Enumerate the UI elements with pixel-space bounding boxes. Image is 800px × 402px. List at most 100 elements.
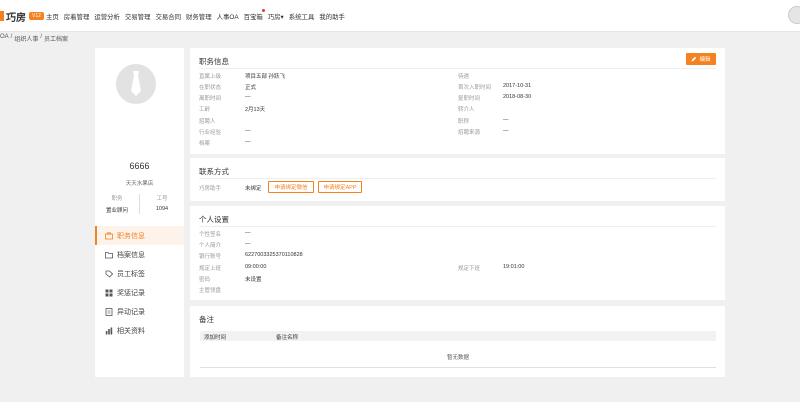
divider: [199, 68, 716, 69]
breadcrumb: OA / 组织人事 / 员工档案: [0, 34, 68, 43]
nav-qiaofang-dropdown[interactable]: 巧房▾: [268, 12, 284, 21]
breadcrumb-current: 员工档案: [44, 37, 69, 43]
field-label: 密码: [199, 277, 211, 283]
col-remark-name: 备注名称: [276, 335, 299, 341]
binding-status: 未绑定: [245, 186, 262, 192]
nav-hr-oa[interactable]: 人事OA: [217, 12, 239, 21]
field-label: 招聘来源: [458, 130, 481, 136]
menu-label: 档案信息: [117, 251, 145, 259]
contact-panel: 联系方式 巧房助手 未绑定: [190, 158, 725, 201]
notification-dot-icon: [261, 9, 265, 12]
job-info-title: 职务信息: [199, 57, 229, 66]
field-label: 个人简介: [199, 243, 222, 249]
field-label: 招聘人: [199, 119, 216, 125]
col-added-time: 添加时间: [204, 335, 227, 341]
field-supervisor: 项目五部 孙跃飞: [245, 74, 286, 80]
app-logo[interactable]: 巧房 V12: [0, 9, 44, 24]
field-employment-status: 正式: [245, 85, 257, 91]
folder-icon: [105, 251, 113, 259]
field-label: 银行账号: [199, 254, 222, 260]
field-label: 行业经验: [199, 130, 222, 136]
tag-icon: [105, 270, 113, 278]
nav-contract[interactable]: 交易合同: [155, 12, 181, 21]
menu-related-docs[interactable]: 相关资料: [95, 321, 184, 340]
field-recruit-source: —: [503, 128, 509, 134]
field-bank-account: 6227003325370110828: [245, 252, 303, 258]
nav-system-tools[interactable]: 系统工具: [289, 12, 315, 21]
profile-card: 6666 天天水果店 职务 置业顾问 工号 1094 职务信息 档案信息 员工标…: [95, 48, 184, 377]
field-label: 规定上班: [199, 266, 222, 272]
field-seniority: 2月13天: [245, 107, 266, 113]
field-label: 复职时间: [458, 96, 481, 102]
pencil-icon: [691, 56, 697, 62]
remarks-title: 备注: [199, 315, 214, 324]
field-label: 工龄: [199, 107, 211, 113]
breadcrumb-org[interactable]: 组织人事: [14, 34, 38, 43]
field-industry-experience: —: [245, 128, 251, 134]
menu-change-records[interactable]: 异动记录: [95, 302, 184, 321]
position-block: 职务 置业顾问: [95, 194, 139, 214]
employee-store: 天天水果店: [125, 181, 154, 187]
contact-title: 联系方式: [199, 167, 229, 176]
menu-employee-tags[interactable]: 员工标签: [95, 264, 184, 283]
edit-button[interactable]: 编辑: [686, 53, 716, 65]
divider: [199, 178, 716, 179]
employee-id-block: 工号 1094: [139, 194, 184, 214]
field-job-title: —: [503, 117, 509, 123]
field-label: 转介人: [458, 107, 475, 113]
personal-settings-panel: 个人设置 个性签名 — 个人简介 — 银行账号 6227003325370110…: [190, 206, 725, 300]
menu-label: 职务信息: [117, 232, 145, 240]
breadcrumb-sep: /: [10, 34, 13, 40]
field-work-end: 19:01:00: [503, 264, 525, 270]
personal-settings-title: 个人设置: [199, 215, 229, 224]
field-rehire-date: 2018-08-30: [503, 94, 532, 100]
nav-toolbox[interactable]: 百宝箱: [244, 9, 265, 21]
nav-finance[interactable]: 财务管理: [186, 12, 212, 21]
breadcrumb-oa[interactable]: OA: [0, 34, 9, 43]
nav-home[interactable]: 主页: [46, 12, 59, 21]
main-nav: 主页 房着管理 运营分析 交易管理 交易合同 财务管理 人事OA 百宝箱 巧房▾…: [46, 9, 345, 21]
avatar: [116, 64, 156, 104]
menu-label: 异动记录: [117, 308, 145, 316]
profile-meta: 职务 置业顾问 工号 1094: [95, 194, 184, 214]
menu-label: 相关资料: [117, 327, 145, 335]
menu-job-info[interactable]: 职务信息: [95, 226, 184, 245]
menu-archive-info[interactable]: 档案信息: [95, 245, 184, 264]
employee-id-value: 1094: [155, 206, 169, 212]
remarks-table-header: 添加时间 备注名称: [200, 331, 716, 341]
tie-avatar-icon: [131, 71, 141, 96]
nav-analytics[interactable]: 运营分析: [94, 12, 120, 21]
nav-trade[interactable]: 交易管理: [125, 12, 151, 21]
field-label: 直属上级: [199, 74, 222, 80]
bind-wechat-button[interactable]: 申请绑定微信: [268, 181, 314, 193]
menu-label: 员工标签: [117, 270, 145, 278]
field-first-hire-date: 2017-10-31: [503, 83, 532, 89]
grid-icon: [105, 289, 113, 297]
field-label: 巧房助手: [199, 186, 222, 192]
remarks-panel: 备注 添加时间 备注名称 暂无数据: [190, 306, 725, 377]
divider: [200, 367, 716, 368]
logo-mark-icon: [0, 11, 4, 21]
app-name: 巧房: [6, 12, 26, 24]
side-menu: 职务信息 档案信息 员工标签 奖惩记录 异动记录 相关资料: [95, 226, 184, 340]
field-leave-time: —: [245, 94, 251, 100]
field-label: 个性签名: [199, 232, 222, 238]
menu-rewards-records[interactable]: 奖惩记录: [95, 283, 184, 302]
edit-label: 编辑: [699, 57, 711, 63]
top-navbar: 巧房 V12 主页 房着管理 运营分析 交易管理 交易合同 财务管理 人事OA …: [0, 0, 800, 32]
version-badge: V12: [29, 12, 44, 20]
divider: [199, 226, 716, 227]
field-bio: —: [245, 241, 251, 247]
nav-property[interactable]: 房着管理: [64, 12, 90, 21]
briefcase-icon: [105, 231, 113, 240]
menu-label: 奖惩记录: [117, 289, 145, 297]
nav-my-assistant[interactable]: 我的助手: [319, 12, 345, 21]
bind-app-button[interactable]: 申请绑定APP: [318, 181, 362, 193]
field-label: 在职状态: [199, 85, 222, 91]
field-label: 规定下班: [458, 266, 481, 272]
field-label: 职称: [458, 119, 470, 125]
user-avatar[interactable]: [788, 6, 800, 24]
field-label: 主管领盘: [199, 288, 222, 294]
field-password: 未设置: [245, 277, 262, 283]
job-info-panel: 职务信息 编辑 直属上级 项目五部 孙跃飞 在职状态 正式 离职时间 — 工龄 …: [190, 48, 725, 154]
